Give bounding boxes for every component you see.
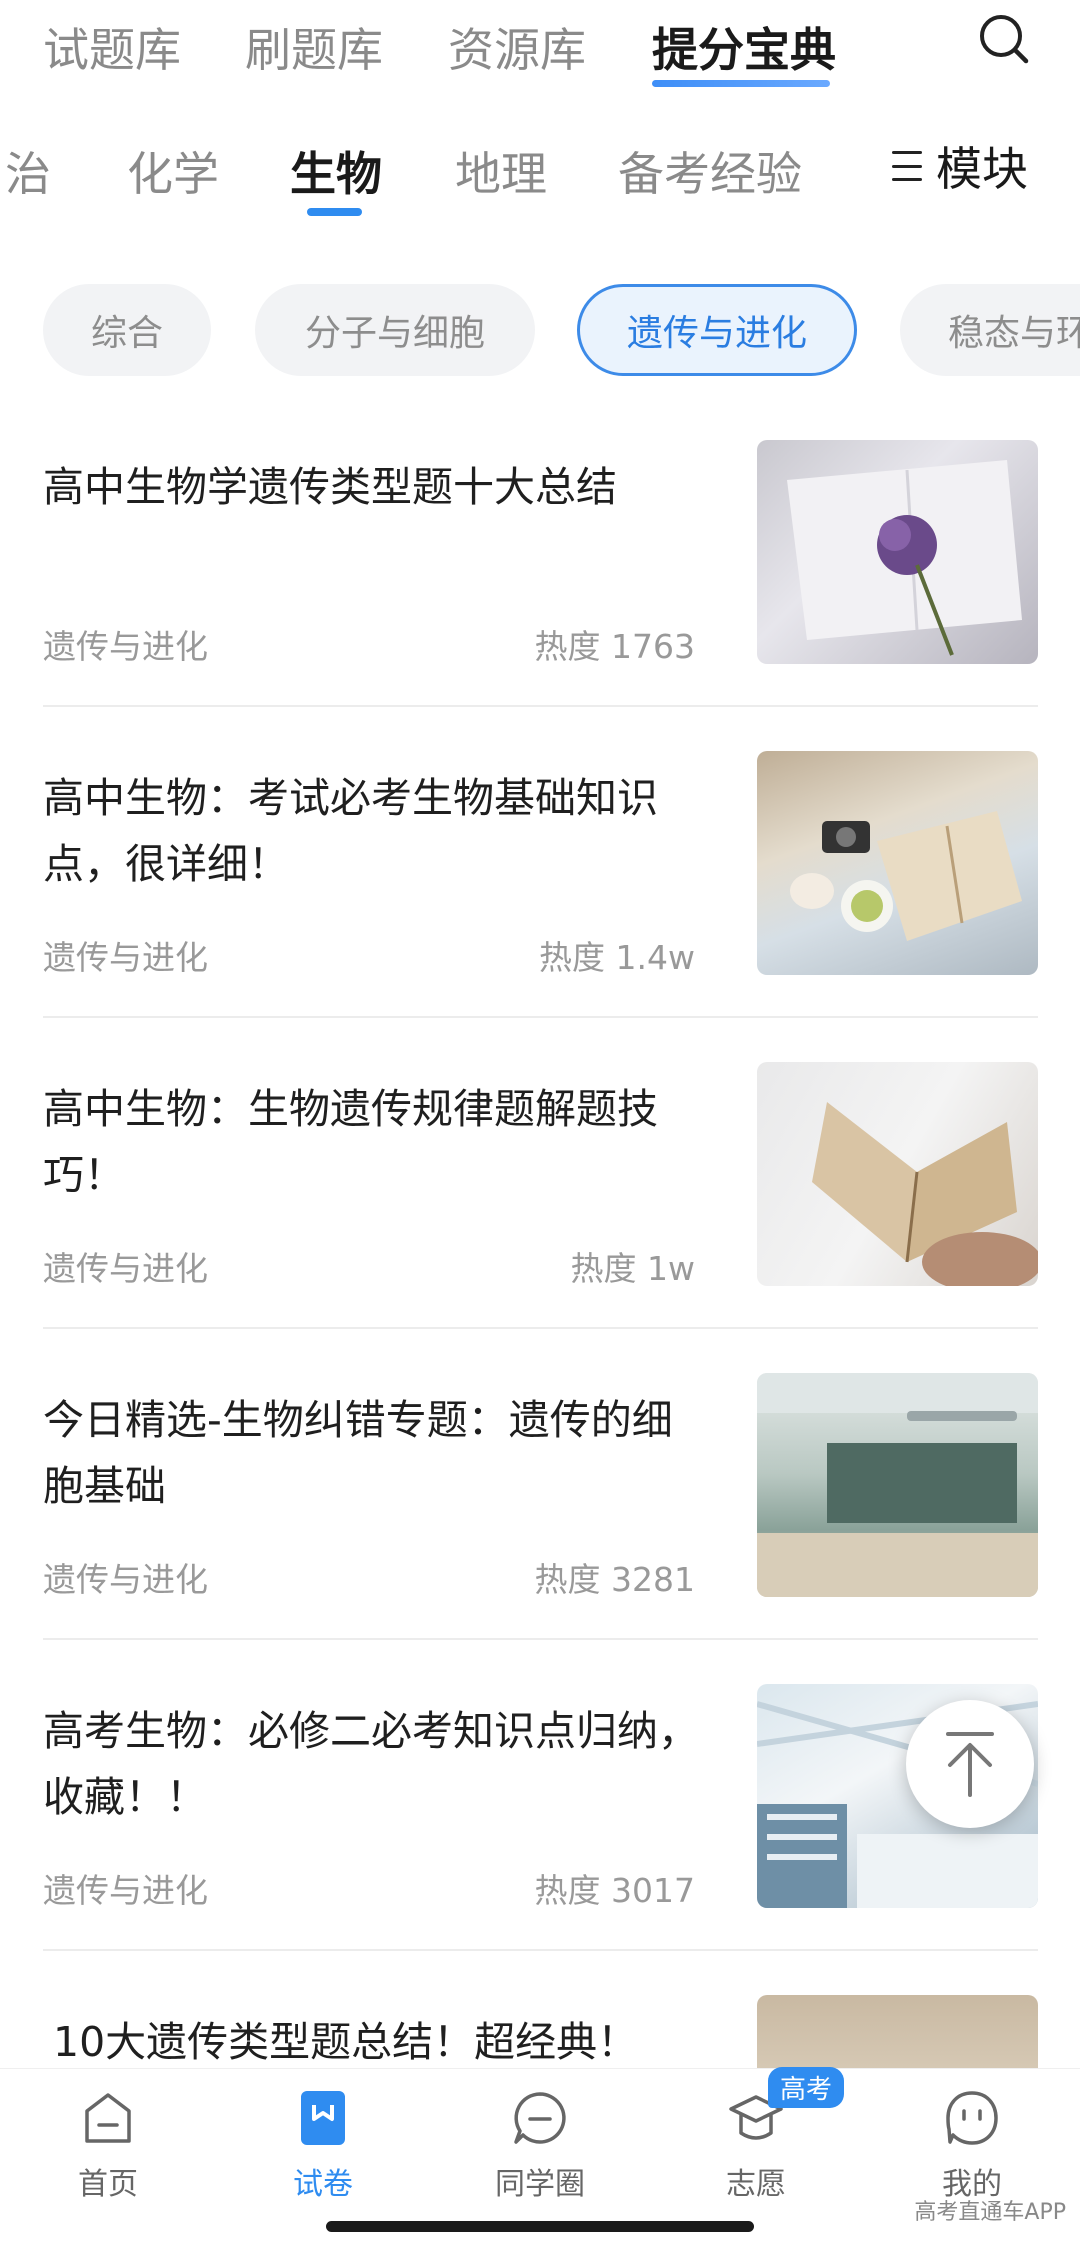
profile-icon bbox=[943, 2089, 1001, 2147]
article-card[interactable]: 高中生物学遗传类型题十大总结 遗传与进化 热度 1763 bbox=[43, 440, 1038, 751]
article-heat: 热度 1763 bbox=[534, 627, 695, 666]
menu-icon bbox=[892, 151, 922, 181]
article-title: 高中生物：考试必考生物基础知识点，很详细！ bbox=[43, 774, 658, 888]
nav-home[interactable]: 首页 bbox=[38, 2089, 178, 2203]
article-tag: 遗传与进化 bbox=[43, 938, 208, 977]
chip-general[interactable]: 综合 bbox=[43, 284, 211, 376]
home-icon bbox=[79, 2089, 137, 2147]
divider bbox=[43, 1016, 1038, 1018]
chip-genetics-evolution[interactable]: 遗传与进化 bbox=[577, 284, 857, 376]
nav-label: 志愿 bbox=[726, 2167, 786, 2202]
search-icon bbox=[980, 15, 1029, 64]
tab-subject-politics[interactable]: 治 bbox=[5, 138, 51, 204]
nav-label: 同学圈 bbox=[495, 2167, 585, 2202]
article-title: 高考生物：必修二必考知识点归纳，收藏！！ bbox=[43, 1707, 699, 1821]
chat-icon bbox=[511, 2089, 569, 2147]
top-tab-bar: 试题库 刷题库 资源库 提分宝典 bbox=[0, 0, 1080, 100]
article-title: 高中生物：生物遗传规律题解题技巧！ bbox=[43, 1085, 658, 1199]
article-thumbnail bbox=[757, 751, 1038, 975]
nav-classmates[interactable]: 同学圈 bbox=[470, 2089, 610, 2203]
nav-papers[interactable]: 试卷 bbox=[253, 2089, 393, 2203]
tab-subject-biology[interactable]: 生物 bbox=[290, 138, 382, 204]
tab-score-guide[interactable]: 提分宝典 bbox=[652, 14, 836, 80]
article-tag: 遗传与进化 bbox=[43, 627, 208, 666]
article-heat: 热度 3017 bbox=[534, 1871, 695, 1910]
tab-subject-geography[interactable]: 地理 bbox=[455, 138, 547, 204]
active-tab-indicator bbox=[652, 80, 830, 87]
paper-icon bbox=[294, 2089, 352, 2147]
article-card[interactable]: 高中生物：考试必考生物基础知识点，很详细！ 遗传与进化 热度 1.4w bbox=[43, 751, 1038, 1062]
article-thumbnail bbox=[757, 440, 1038, 664]
arrow-up-icon bbox=[946, 1732, 994, 1797]
divider bbox=[43, 705, 1038, 707]
chip-molecules-cells[interactable]: 分子与细胞 bbox=[255, 284, 535, 376]
nav-application[interactable]: 高考 志愿 bbox=[686, 2067, 845, 2203]
tab-resource-bank[interactable]: 资源库 bbox=[448, 14, 586, 80]
article-tag: 遗传与进化 bbox=[43, 1560, 208, 1599]
back-to-top-button[interactable] bbox=[906, 1700, 1034, 1828]
article-title: 10大遗传类型题总结！超经典！ bbox=[53, 2018, 639, 2066]
article-card[interactable]: 高中生物：生物遗传规律题解题技巧！ 遗传与进化 热度 1w bbox=[43, 1062, 1038, 1373]
article-thumbnail bbox=[757, 1373, 1038, 1597]
module-button[interactable]: 模块 bbox=[866, 134, 1028, 198]
search-button[interactable] bbox=[974, 10, 1034, 70]
active-subject-indicator bbox=[307, 208, 362, 216]
home-indicator[interactable] bbox=[326, 2221, 754, 2232]
gaokao-badge: 高考 bbox=[768, 2067, 845, 2108]
tab-subject-chemistry[interactable]: 化学 bbox=[127, 138, 219, 204]
tab-subject-exam-experience[interactable]: 备考经验 bbox=[618, 138, 802, 204]
article-heat: 热度 3281 bbox=[534, 1560, 695, 1599]
article-tag: 遗传与进化 bbox=[43, 1249, 208, 1288]
article-title: 高中生物学遗传类型题十大总结 bbox=[43, 463, 617, 511]
article-heat: 热度 1w bbox=[570, 1249, 695, 1288]
article-card[interactable]: 高考生物：必修二必考知识点归纳，收藏！！ 遗传与进化 热度 3017 bbox=[43, 1684, 1038, 1995]
nav-label: 试卷 bbox=[293, 2167, 353, 2202]
nav-label: 首页 bbox=[78, 2167, 138, 2202]
tab-question-bank[interactable]: 试题库 bbox=[43, 14, 181, 80]
article-thumbnail bbox=[757, 1062, 1038, 1286]
article-card[interactable]: 今日精选-生物纠错专题：遗传的细胞基础 遗传与进化 热度 3281 bbox=[43, 1373, 1038, 1684]
app-watermark: 高考直通车APP bbox=[914, 2200, 1066, 2225]
chip-homeostasis[interactable]: 稳态与环 bbox=[900, 284, 1080, 376]
article-tag: 遗传与进化 bbox=[43, 1871, 208, 1910]
article-title: 今日精选-生物纠错专题：遗传的细胞基础 bbox=[43, 1396, 673, 1510]
nav-profile[interactable]: 我的 bbox=[902, 2089, 1042, 2203]
divider bbox=[43, 1327, 1038, 1329]
article-heat: 热度 1.4w bbox=[539, 938, 695, 977]
module-label: 模块 bbox=[936, 142, 1028, 196]
topic-chip-bar: 综合 分子与细胞 遗传与进化 稳态与环 bbox=[0, 282, 1080, 378]
divider bbox=[43, 1638, 1038, 1640]
tab-practice-bank[interactable]: 刷题库 bbox=[245, 14, 383, 80]
divider bbox=[43, 1949, 1038, 1951]
